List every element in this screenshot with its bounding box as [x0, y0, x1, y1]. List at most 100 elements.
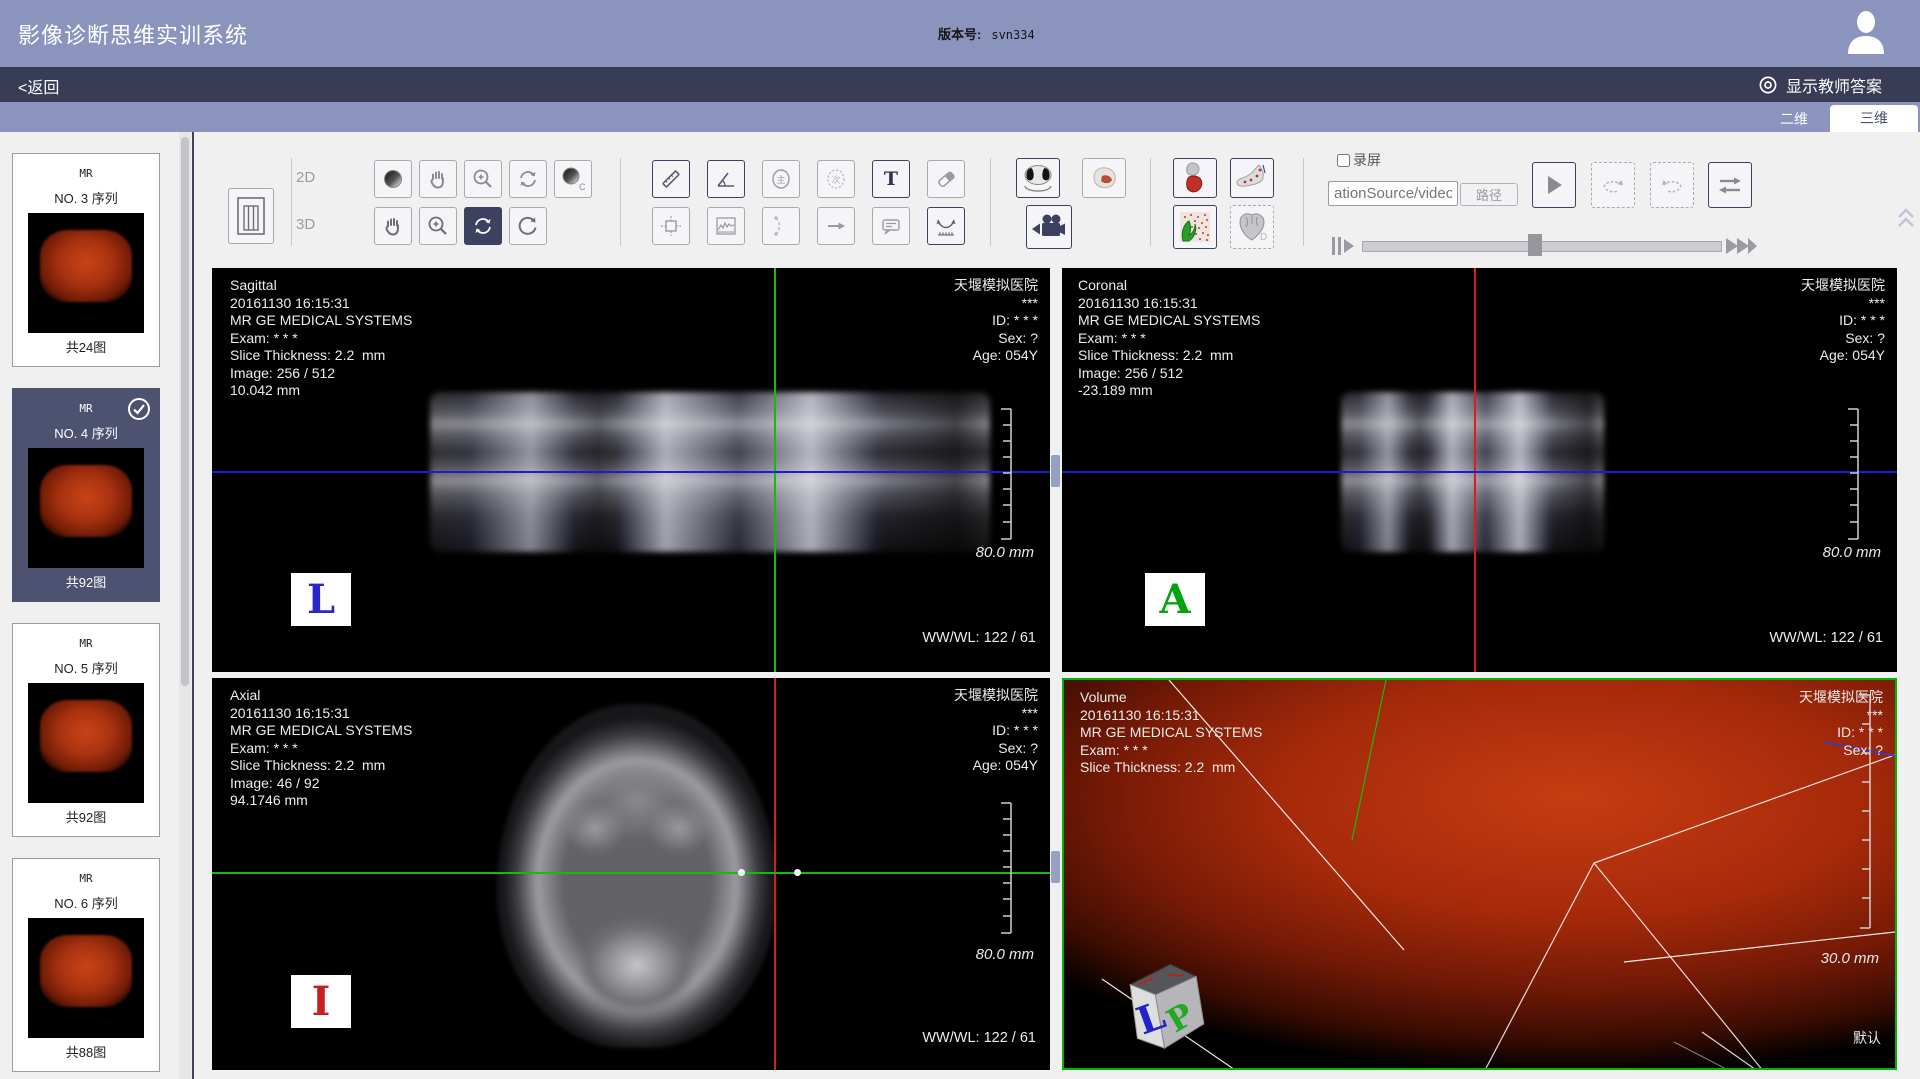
histogram-button[interactable]	[707, 207, 745, 245]
layout-button[interactable]	[228, 188, 274, 244]
sagittal-scale-ruler	[996, 408, 1016, 540]
slider-step-start-button[interactable]	[1330, 234, 1356, 263]
arc-icon	[769, 214, 793, 238]
show-teacher-answer-button[interactable]: 显示教师答案	[1757, 73, 1882, 97]
secondary-mark-button[interactable]: 次	[817, 160, 855, 198]
spline-ruler-icon	[933, 213, 959, 239]
loop-ccw-button[interactable]	[1650, 162, 1694, 208]
foot-preset-button[interactable]	[1230, 158, 1274, 198]
eraser-icon	[934, 167, 958, 191]
tab-3d[interactable]: 三维	[1830, 105, 1918, 132]
axial-crosshair-vertical-red[interactable]	[774, 678, 776, 1070]
sub-navbar	[0, 67, 1920, 102]
series-image-count: 共92图	[66, 807, 106, 826]
viewport-sagittal[interactable]: Sagittal20161130 16:15:31MR GE MEDICAL S…	[212, 268, 1050, 672]
record-animation-button[interactable]	[1026, 205, 1072, 249]
roi-box-button[interactable]	[652, 207, 690, 245]
axial-scale-label: 80.0 mm	[976, 946, 1034, 963]
volume-scale-label: 30.0 mm	[1821, 950, 1879, 967]
zoom-3d-button[interactable]	[419, 207, 457, 245]
sidebar-scrollbar-thumb[interactable]	[181, 137, 189, 686]
rotate-2d-button[interactable]	[509, 160, 547, 198]
coronal-crosshair-vertical-red[interactable]	[1474, 268, 1476, 672]
slider-fast-forward-button[interactable]	[1724, 234, 1758, 263]
path-button[interactable]: 路径	[1460, 183, 1518, 206]
window-level-reset-button[interactable]: C	[554, 160, 592, 198]
swap-arrows-icon	[1717, 173, 1743, 197]
play-animation-button[interactable]	[1532, 162, 1576, 208]
spline-measure-button[interactable]	[927, 207, 965, 245]
viewport-volume-3d[interactable]: Volume20161130 16:15:31MR GE MEDICAL SYS…	[1062, 678, 1897, 1070]
toolbar-divider	[1303, 158, 1304, 246]
heart-icon: D	[1236, 211, 1268, 243]
back-button[interactable]: <返回	[18, 74, 59, 98]
user-avatar-button[interactable]	[1843, 8, 1889, 63]
axial-crosshair-horizontal-green[interactable]	[212, 872, 1050, 874]
lung-window-button[interactable]	[1016, 158, 1060, 198]
sagittal-wwwl: WW/WL: 122 / 61	[922, 630, 1036, 646]
ruler-measure-button[interactable]	[652, 160, 690, 198]
eraser-button[interactable]	[927, 160, 965, 198]
sagittal-crosshair-vertical-green[interactable]	[774, 268, 776, 672]
loop-cw-button[interactable]	[1591, 162, 1635, 208]
window-level-2d-button[interactable]	[374, 160, 412, 198]
series-card-5[interactable]: MR NO. 5 序列 共92图	[12, 623, 160, 837]
zoom-2d-button[interactable]	[464, 160, 502, 198]
knee-preset-button[interactable]	[1173, 158, 1217, 198]
animation-slider-thumb[interactable]	[1528, 234, 1542, 256]
series-card-4-selected[interactable]: MR NO. 4 序列 共92图	[12, 388, 160, 602]
series-thumbnail-image	[28, 448, 144, 568]
orientation-cube[interactable]: L P	[1116, 952, 1220, 1061]
volume-scale-ruler	[1855, 694, 1875, 929]
viewport-axial[interactable]: Axial20161130 16:15:31MR GE MEDICAL SYST…	[212, 678, 1050, 1070]
swap-direction-button[interactable]	[1708, 162, 1752, 208]
tab-2d[interactable]: 二维	[1766, 107, 1822, 131]
series-modality: MR	[79, 637, 92, 650]
skull-3d-icon	[1088, 163, 1120, 193]
series-name: NO. 4 序列	[54, 423, 118, 442]
sagittal-crosshair-horizontal-blue[interactable]	[212, 471, 1050, 473]
primary-mark-button[interactable]: 主	[762, 160, 800, 198]
series-image-count: 共24图	[66, 337, 106, 356]
splitter-handle-top[interactable]	[1051, 455, 1060, 487]
series-modality: MR	[79, 402, 92, 415]
app-header: 影像诊断思维实训系统 版本号:svn334	[0, 0, 1920, 67]
record-screen-checkbox[interactable]	[1337, 154, 1350, 167]
animation-slider-track[interactable]	[1362, 241, 1722, 252]
axial-mri-image	[497, 704, 777, 1048]
series-card-6[interactable]: MR NO. 6 序列 共88图	[12, 858, 160, 1072]
hand-icon	[381, 214, 405, 238]
pan-3d-button[interactable]	[374, 207, 412, 245]
skull-3d-button[interactable]	[1082, 158, 1126, 198]
play-icon	[1543, 173, 1565, 197]
pan-2d-button[interactable]	[419, 160, 457, 198]
series-thumbnail-image	[28, 683, 144, 803]
toolbar-divider	[1150, 158, 1151, 246]
text-annotation-button[interactable]: T	[872, 160, 910, 198]
svg-text:D: D	[1260, 232, 1267, 243]
roi-crosshair-icon	[659, 214, 683, 238]
collapse-toolbar-button[interactable]	[1896, 206, 1916, 235]
series-modality: MR	[79, 872, 92, 885]
series-card-3[interactable]: MR NO. 3 序列 共24图	[12, 153, 160, 367]
rotate-3d-button-active[interactable]	[464, 207, 502, 245]
zoom-in-icon	[426, 214, 450, 238]
arc-measure-button[interactable]	[762, 207, 800, 245]
splitter-handle-bottom[interactable]	[1051, 851, 1060, 883]
heart-preset-button[interactable]: D	[1230, 205, 1274, 249]
reset-rotation-icon	[516, 214, 540, 238]
arrow-annotation-button[interactable]	[817, 207, 855, 245]
window-level-reset-icon: C	[560, 166, 586, 192]
coronal-crosshair-horizontal-blue[interactable]	[1062, 471, 1897, 473]
comment-annotation-button[interactable]	[872, 207, 910, 245]
segmentation-button[interactable]	[1173, 205, 1217, 249]
record-screen-label: 录屏	[1353, 150, 1381, 170]
segmentation-icon	[1179, 211, 1211, 243]
text-icon: T	[879, 167, 903, 191]
foot-icon	[1235, 163, 1269, 193]
angle-measure-button[interactable]	[707, 160, 745, 198]
video-path-input[interactable]	[1328, 181, 1458, 206]
viewport-coronal[interactable]: Coronal20161130 16:15:31MR GE MEDICAL SY…	[1062, 268, 1897, 672]
person-icon	[1843, 8, 1889, 58]
reset-3d-button[interactable]	[509, 207, 547, 245]
